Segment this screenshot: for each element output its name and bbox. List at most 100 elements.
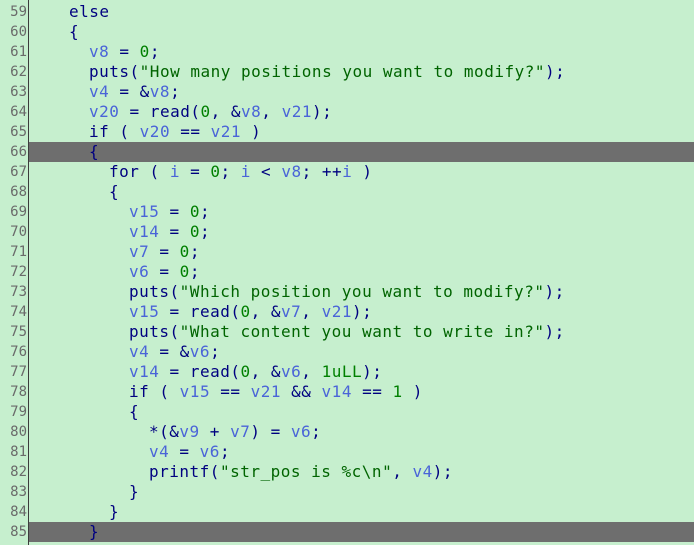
code-token: v4 [89,82,110,101]
line-number: 73 [10,284,27,300]
code-token: 1 [392,382,403,401]
code-token: v9 [179,422,200,441]
code-text[interactable]: if ( v20 == v21 ) [89,122,261,142]
code-text[interactable]: v8 = 0; [89,42,160,62]
code-line[interactable]: 74 v15 = read(0, &v7, v21); [0,302,694,322]
code-text[interactable]: v15 = read(0, &v7, v21); [129,302,372,322]
line-number: 75 [10,324,27,340]
code-text[interactable]: puts("Which position you want to modify?… [129,282,565,302]
code-text[interactable]: *(&v9 + v7) = v6; [149,422,321,442]
code-line[interactable]: 78 if ( v15 == v21 && v14 == 1 ) [0,382,694,402]
code-token: = [119,102,150,121]
code-line[interactable]: 76 v4 = &v6; [0,342,694,362]
code-token: = [149,242,180,261]
code-line[interactable]: 85} [0,522,694,542]
code-line[interactable]: 83} [0,482,694,502]
code-token: v6 [199,442,220,461]
code-line[interactable]: 84} [0,502,694,522]
code-line[interactable]: 81 v4 = v6; [0,442,694,462]
code-text[interactable]: puts("What content you want to write in?… [129,322,565,342]
code-line[interactable]: 64 v20 = read(0, &v8, v21); [0,102,694,122]
code-line[interactable]: 71 v7 = 0; [0,242,694,262]
code-line[interactable]: 80 *(&v9 + v7) = v6; [0,422,694,442]
code-token: v4 [412,462,433,481]
code-text[interactable]: v6 = 0; [129,262,200,282]
code-token: ); [432,462,453,481]
code-text[interactable]: v7 = 0; [129,242,200,262]
code-line[interactable]: 62 puts("How many positions you want to m… [0,62,694,82]
code-token: { [129,402,140,421]
code-line[interactable]: 63 v4 = &v8; [0,82,694,102]
code-token: , & [250,362,282,381]
code-token: ( [190,102,201,121]
code-text[interactable]: else [69,2,110,22]
code-token: v4 [149,442,170,461]
code-line[interactable]: 77 v14 = read(0, &v6, 1uLL); [0,362,694,382]
code-token: 0 [200,102,211,121]
line-number: 60 [10,24,27,40]
code-text[interactable]: v15 = 0; [129,202,210,222]
code-text[interactable]: { [109,182,119,202]
line-number: 78 [10,384,27,400]
code-line[interactable]: 67 for ( i = 0; i < v8; ++i ) [0,162,694,182]
code-token: == [170,122,211,141]
code-text[interactable]: for ( i = 0; i < v8; ++i ) [109,162,373,182]
code-token: ; [189,242,200,261]
code-text[interactable]: puts("How many positions you want to mod… [89,62,565,82]
line-number: 61 [10,44,27,60]
code-token: read [189,362,231,381]
code-line[interactable]: 70 v14 = 0; [0,222,694,242]
code-text[interactable]: { [89,142,99,162]
code-token: ( [230,302,241,321]
line-number: 84 [10,504,27,520]
code-token: v6 [290,422,312,441]
code-text[interactable]: } [89,522,99,542]
code-line[interactable]: 68 { [0,182,694,202]
code-token: v6 [281,362,302,381]
code-line[interactable]: 61 v8 = 0; [0,42,694,62]
code-line[interactable]: 73 puts("Which position you want to modif… [0,282,694,302]
line-number: 69 [10,204,27,220]
code-token: printf [149,462,210,481]
code-token: , [261,102,282,121]
code-line[interactable]: 60 { [0,22,694,42]
code-text[interactable]: v14 = 0; [129,222,210,242]
code-token: { [109,182,120,201]
code-line[interactable]: 69 v15 = 0; [0,202,694,222]
code-token: ) [241,122,262,141]
code-line[interactable]: 72 v6 = 0; [0,262,694,282]
line-number: 63 [10,84,27,100]
code-text[interactable]: v14 = read(0, &v6, 1uLL); [129,362,382,382]
code-text[interactable]: v4 = v6; [149,442,230,462]
code-text[interactable]: if ( v15 == v21 && v14 == 1 ) [129,382,423,402]
code-token: ( [129,62,140,81]
code-token: v8 [281,162,302,181]
code-line[interactable]: 59 else [0,2,694,22]
code-text[interactable]: v4 = &v6; [129,342,220,362]
code-token: ; ++ [301,162,343,181]
code-token: 0 [179,242,190,261]
code-text[interactable]: printf("str_pos is %c\n", v4); [149,462,453,482]
code-line[interactable]: 65 if ( v20 == v21 ) [0,122,694,142]
code-text[interactable]: v20 = read(0, &v8, v21); [89,102,332,122]
code-text[interactable]: { [129,402,139,422]
code-text[interactable]: } [109,502,119,522]
code-token: = [159,302,190,321]
code-line[interactable]: 79 { [0,402,694,422]
pseudocode-editor[interactable]: 59 else 60{61 v8 = 0; 62 puts("How many posit… [0,0,694,545]
code-line[interactable]: 66 { [0,142,694,162]
code-line[interactable]: 75 puts("What content you want to write i… [0,322,694,342]
code-line[interactable]: 82 printf("str_pos is %c\n", v4); [0,462,694,482]
code-text[interactable]: } [129,482,139,502]
code-token: v14 [129,222,160,241]
code-text[interactable]: { [69,22,79,42]
code-token: ); [362,362,383,381]
code-text[interactable]: v4 = &v8; [89,82,180,102]
line-number: 83 [10,484,27,500]
code-token: = [179,162,211,181]
line-number: 79 [10,404,27,420]
code-token: "What content you want to write in?" [179,322,545,341]
code-token: ) [352,162,373,181]
code-token: = [149,262,180,281]
code-token: ( [139,162,170,181]
